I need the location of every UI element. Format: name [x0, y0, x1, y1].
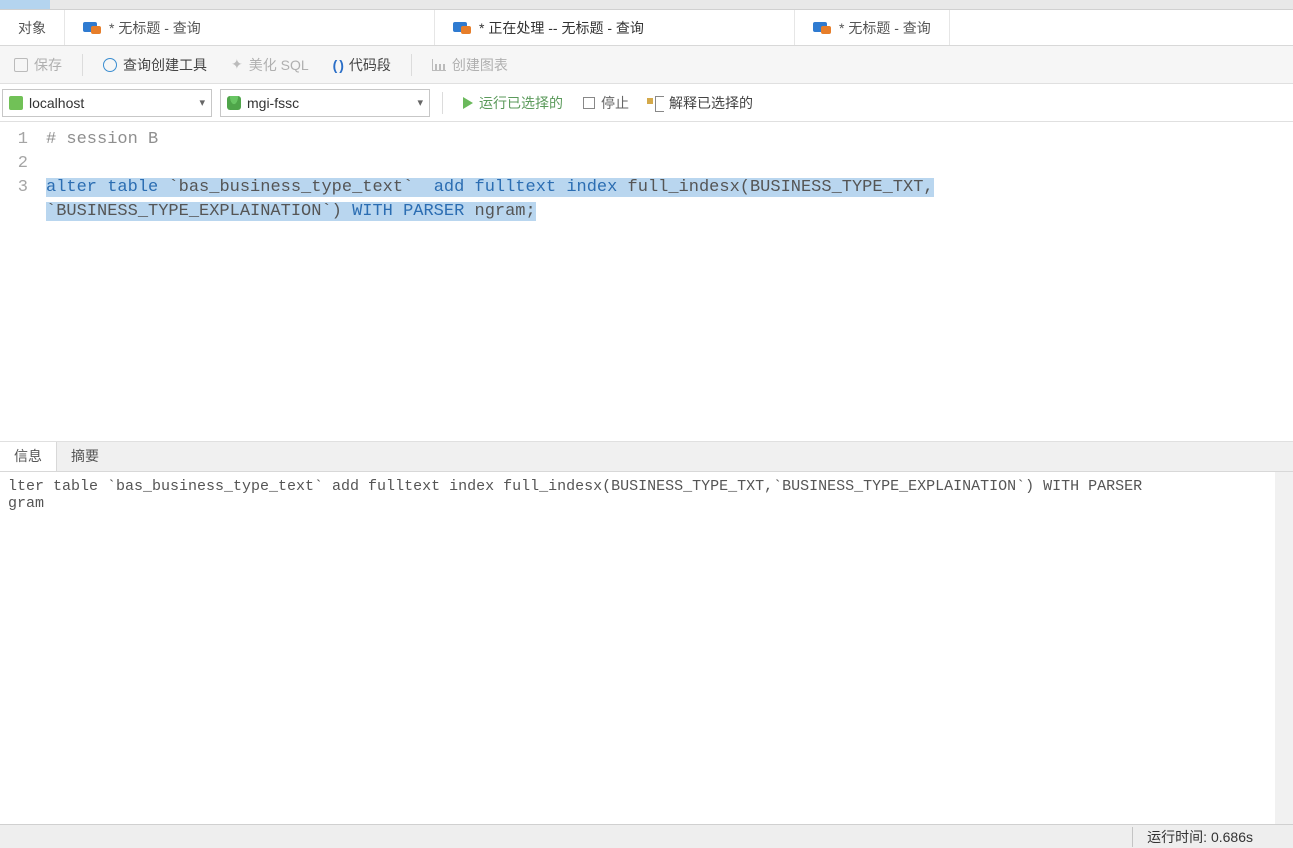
divider [411, 54, 412, 76]
kw-fulltext: fulltext [475, 178, 557, 197]
snippet-label: 代码段 [349, 55, 391, 75]
save-label: 保存 [34, 55, 62, 75]
tab-info-label: 信息 [14, 448, 42, 464]
run-selected-button[interactable]: 运行已选择的 [455, 93, 571, 113]
window-top-strip [0, 0, 1293, 10]
play-icon [463, 97, 473, 109]
query-wizard-button[interactable]: 查询创建工具 [93, 51, 217, 79]
host-select[interactable]: localhost ▾ [2, 89, 212, 117]
result-tabs: 信息 摘要 [0, 442, 1293, 472]
wizard-icon [103, 58, 117, 72]
database-select[interactable]: mgi-fssc ▾ [220, 89, 430, 117]
top-strip-highlight [0, 0, 50, 9]
kw-parser: PARSER [403, 202, 464, 221]
tab-label: * 无标题 - 查询 [109, 18, 201, 38]
table-name: `bas_business_type_text` [168, 178, 413, 197]
tab-query-3[interactable]: * 无标题 - 查询 [795, 10, 950, 45]
database-icon [227, 96, 241, 110]
run-label: 运行已选择的 [479, 93, 563, 113]
chevron-down-icon: ▾ [199, 96, 205, 109]
host-icon [9, 96, 23, 110]
explain-label: 解释已选择的 [669, 93, 753, 113]
stop-label: 停止 [601, 93, 629, 113]
tab-query-1[interactable]: * 无标题 - 查询 [65, 10, 435, 45]
tab-summary-label: 摘要 [71, 448, 99, 464]
connection-row: localhost ▾ mgi-fssc ▾ 运行已选择的 停止 解释已选择的 [0, 84, 1293, 122]
chart-label: 创建图表 [452, 55, 508, 75]
tab-label: 对象 [18, 18, 46, 38]
tab-objects[interactable]: 对象 [0, 10, 65, 45]
beautify-sql-button[interactable]: ✦ 美化 SQL [221, 51, 319, 79]
beautify-label: 美化 SQL [249, 55, 309, 75]
gutter: 1 2 3 [0, 122, 38, 441]
tab-query-processing[interactable]: * 正在处理 -- 无标题 - 查询 [435, 10, 795, 45]
explain-icon [647, 96, 663, 110]
kw-table: table [107, 178, 158, 197]
query-icon [83, 20, 101, 36]
divider [442, 92, 443, 114]
kw-alter: alter [46, 178, 97, 197]
code-rest: full_indesx(BUSINESS_TYPE_TXT, [628, 178, 934, 197]
tab-info[interactable]: 信息 [0, 442, 57, 471]
code-rest: `BUSINESS_TYPE_EXPLAINATION`) [46, 202, 342, 221]
query-icon [453, 20, 471, 36]
tab-label: * 正在处理 -- 无标题 - 查询 [479, 18, 644, 38]
explain-selected-button[interactable]: 解释已选择的 [641, 93, 759, 113]
database-value: mgi-fssc [247, 95, 299, 111]
kw-with: WITH [352, 202, 393, 221]
result-line: gram [8, 495, 1267, 512]
tab-summary[interactable]: 摘要 [57, 442, 113, 471]
code-rest: ngram; [475, 202, 536, 221]
save-button[interactable]: 保存 [4, 51, 72, 79]
tab-label: * 无标题 - 查询 [839, 18, 931, 38]
save-icon [14, 58, 28, 72]
result-line: lter table `bas_business_type_text` add … [8, 478, 1267, 495]
toolbar: 保存 查询创建工具 ✦ 美化 SQL ( ) 代码段 创建图表 [0, 46, 1293, 84]
sql-editor[interactable]: 1 2 3 # session B alter table `bas_busin… [0, 122, 1293, 442]
create-chart-button[interactable]: 创建图表 [422, 51, 518, 79]
divider [82, 54, 83, 76]
result-pane[interactable]: lter table `bas_business_type_text` add … [0, 472, 1293, 824]
chart-icon [432, 59, 446, 71]
line-number: 3 [0, 176, 28, 200]
line-number: 2 [0, 152, 28, 176]
runtime-label: 运行时间: 0.686s [1132, 827, 1293, 847]
stop-icon [583, 97, 595, 109]
code-area[interactable]: # session B alter table `bas_business_ty… [38, 122, 1293, 441]
bracket-icon: ( ) [333, 57, 343, 73]
snippet-button[interactable]: ( ) 代码段 [323, 51, 401, 79]
stop-button[interactable]: 停止 [577, 93, 635, 113]
kw-index: index [566, 178, 617, 197]
sparkle-icon: ✦ [231, 56, 243, 73]
line-number: 1 [0, 128, 28, 152]
kw-add: add [434, 178, 465, 197]
chevron-down-icon: ▾ [417, 96, 423, 109]
query-icon [813, 20, 831, 36]
host-value: localhost [29, 95, 84, 111]
code-comment: # session B [46, 130, 158, 149]
main-tabs: 对象 * 无标题 - 查询 * 正在处理 -- 无标题 - 查询 * 无标题 -… [0, 10, 1293, 46]
status-bar: 运行时间: 0.686s [0, 824, 1293, 848]
wizard-label: 查询创建工具 [123, 55, 207, 75]
